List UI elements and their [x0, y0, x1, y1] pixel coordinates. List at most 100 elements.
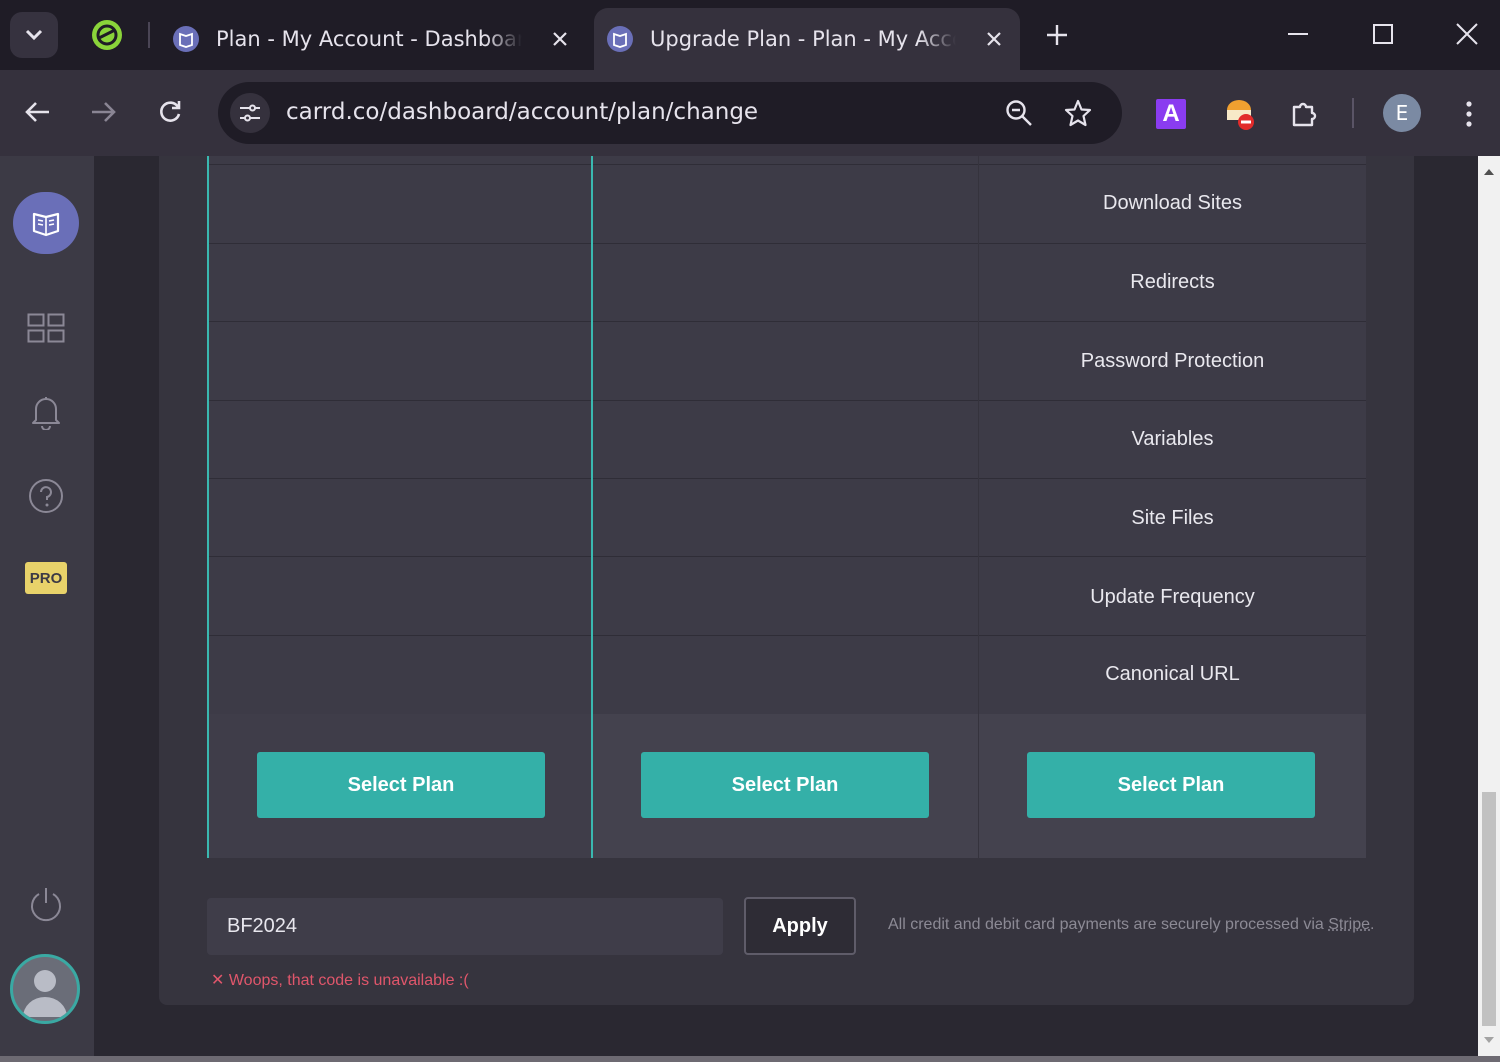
- row-divider: [979, 164, 1366, 165]
- taskbar-edge: [0, 1056, 1500, 1062]
- toolbar-separator: [1352, 98, 1354, 128]
- app-sidebar: PRO: [0, 156, 94, 1062]
- power-icon: [31, 888, 61, 922]
- new-tab-button[interactable]: [1040, 18, 1074, 52]
- bookmark-button[interactable]: [1063, 98, 1093, 128]
- secure-text: All credit and debit card payments are s…: [888, 916, 1329, 933]
- row-divider: [979, 243, 1366, 244]
- select-plan-button[interactable]: Select Plan: [1027, 752, 1315, 818]
- puzzle-icon: [1292, 102, 1317, 127]
- carrd-favicon-icon: [607, 26, 633, 52]
- star-icon: [1064, 99, 1092, 127]
- row-divider: [593, 321, 978, 322]
- arrow-left-icon: [25, 102, 49, 122]
- scroll-down-icon[interactable]: [1483, 1034, 1495, 1046]
- plan-footer: Select Plan: [209, 714, 591, 858]
- zoom-button[interactable]: [1004, 98, 1034, 128]
- row-divider: [593, 478, 978, 479]
- carrd-logo-icon: [32, 212, 60, 237]
- pinned-tab[interactable]: [86, 14, 128, 56]
- select-plan-button[interactable]: Select Plan: [641, 752, 929, 818]
- tab-upgrade-plan[interactable]: Upgrade Plan - Plan - My Account: [594, 8, 1020, 70]
- font-extension-icon: A: [1156, 99, 1186, 129]
- row-divider: [593, 556, 978, 557]
- carrd-favicon-icon: [173, 26, 199, 52]
- forward-button[interactable]: [83, 92, 123, 132]
- feature-download-sites: Download Sites: [1103, 192, 1242, 214]
- plan-comparison: Select Plan Select Plan Download Sites R…: [207, 156, 1366, 858]
- coupon-code-input[interactable]: [207, 898, 723, 955]
- row-divider: [979, 478, 1366, 479]
- tab-title: Upgrade Plan - Plan - My Account: [650, 27, 956, 51]
- arrow-right-icon: [92, 102, 116, 122]
- profile-avatar-button[interactable]: E: [1383, 94, 1421, 132]
- extension-a-button[interactable]: A: [1151, 94, 1191, 134]
- user-avatar[interactable]: [10, 954, 80, 1024]
- grid-icon: [27, 313, 65, 343]
- feature-canonical-url: Canonical URL: [1105, 663, 1240, 685]
- sidebar-item-help[interactable]: [25, 475, 67, 517]
- close-tab-icon[interactable]: [548, 27, 572, 51]
- row-divider: [979, 400, 1366, 401]
- tab-strip: Plan - My Account - Dashboard Upgrade Pl…: [0, 0, 1500, 70]
- sidebar-item-logout[interactable]: [25, 883, 67, 925]
- plan-footer: Select Plan: [979, 714, 1366, 858]
- reload-button[interactable]: [150, 92, 190, 132]
- scroll-thumb[interactable]: [1482, 792, 1496, 1026]
- sidebar-item-notifications[interactable]: [25, 391, 67, 433]
- row-divider: [593, 164, 978, 165]
- address-bar[interactable]: carrd.co/dashboard/account/plan/change: [218, 82, 1122, 144]
- plan-footer: Select Plan: [593, 714, 978, 858]
- close-icon: [1456, 23, 1478, 45]
- carrd-logo[interactable]: [13, 192, 79, 254]
- row-divider: [209, 635, 591, 636]
- tab-search-button[interactable]: [10, 12, 58, 58]
- tab-plan-dashboard[interactable]: Plan - My Account - Dashboard: [160, 8, 580, 70]
- close-window-button[interactable]: [1445, 14, 1489, 54]
- bell-icon: [32, 397, 60, 430]
- maximize-button[interactable]: [1361, 14, 1405, 54]
- minimize-icon: [1288, 33, 1308, 35]
- question-icon: [29, 479, 63, 513]
- minimize-button[interactable]: [1276, 14, 1320, 54]
- feature-redirects: Redirects: [1130, 271, 1215, 293]
- coupon-error-message: ✕ Woops, that code is unavailable :(: [211, 972, 469, 989]
- user-icon: [23, 970, 67, 1017]
- page-scrollbar[interactable]: [1478, 156, 1500, 1062]
- blocked-extension-icon: [1227, 100, 1254, 130]
- site-info-button[interactable]: [230, 93, 270, 133]
- chevron-down-icon: [25, 29, 43, 41]
- plan-column-middle: Select Plan: [593, 156, 979, 858]
- secure-text-end: .: [1370, 916, 1375, 933]
- row-divider: [593, 635, 978, 636]
- row-divider: [593, 400, 978, 401]
- apply-coupon-button[interactable]: Apply: [744, 897, 856, 955]
- plan-change-panel: Select Plan Select Plan Download Sites R…: [159, 156, 1414, 1005]
- row-divider: [209, 243, 591, 244]
- reload-icon: [160, 101, 181, 122]
- tab-separator: [148, 22, 150, 48]
- plan-column-current: Select Plan: [207, 156, 593, 858]
- scroll-up-icon[interactable]: [1483, 166, 1495, 178]
- stripe-link[interactable]: Stripe: [1328, 916, 1370, 933]
- extensions-button[interactable]: [1285, 94, 1325, 134]
- feature-site-files: Site Files: [1131, 507, 1214, 529]
- row-divider: [209, 556, 591, 557]
- maximize-icon: [1373, 24, 1393, 44]
- browser-menu-button[interactable]: [1449, 94, 1489, 134]
- sidebar-item-sites[interactable]: [25, 307, 67, 349]
- tab-title: Plan - My Account - Dashboard: [216, 27, 522, 51]
- feature-update-frequency: Update Frequency: [1090, 586, 1255, 608]
- select-plan-button[interactable]: Select Plan: [257, 752, 545, 818]
- feature-password-protection: Password Protection: [1080, 350, 1265, 372]
- payment-security-note: All credit and debit card payments are s…: [888, 916, 1374, 934]
- tune-icon: [240, 104, 260, 122]
- close-tab-icon[interactable]: [982, 27, 1006, 51]
- plan-column-right: Download Sites Redirects Password Protec…: [979, 156, 1366, 858]
- page-viewport: PRO Select Plan Select Plan Download Sit…: [0, 156, 1478, 1062]
- row-divider: [209, 478, 591, 479]
- pro-badge[interactable]: PRO: [25, 562, 67, 594]
- feature-variables: Variables: [1131, 428, 1214, 450]
- extension-blocked-button[interactable]: [1219, 94, 1259, 134]
- back-button[interactable]: [18, 92, 58, 132]
